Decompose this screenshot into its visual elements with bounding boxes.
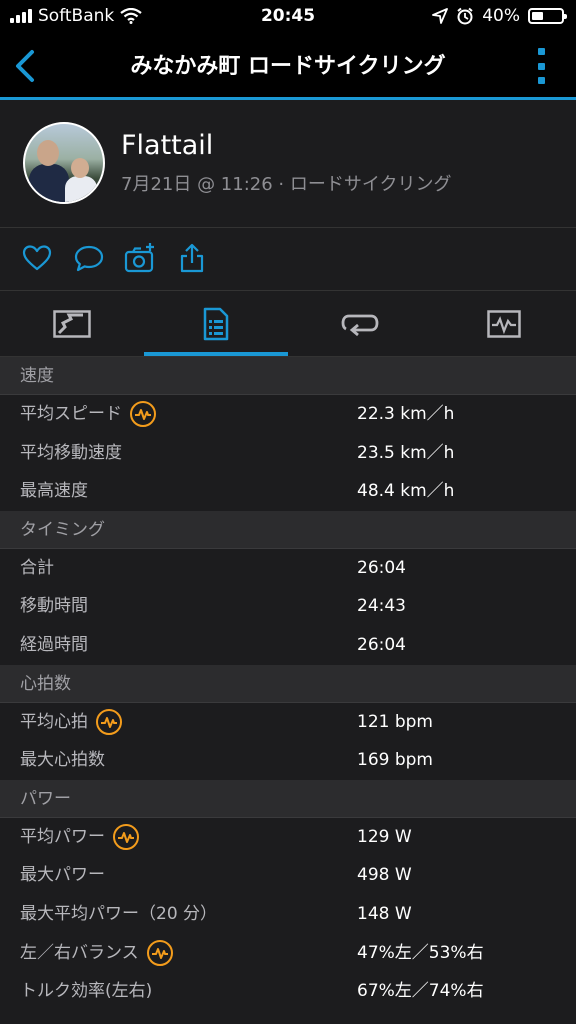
performance-badge-icon[interactable] [113,824,139,851]
stat-value: 498 W [357,865,412,886]
stat-label-text: 最高速度 [20,481,88,502]
stat-label-text: 経過時間 [20,634,88,655]
stat-row: 合計 26:04 [0,549,576,588]
stat-row: 平均スピード 22.3 km／h [0,395,576,434]
stat-row: 移動時間 24:43 [0,587,576,626]
stat-value: 48.4 km／h [357,481,455,502]
stat-row: 経過時間 26:04 [0,626,576,665]
section-header: タイミング [0,510,576,549]
share-icon[interactable] [176,242,208,274]
stat-label: 最大パワー [20,856,105,895]
user-name[interactable]: Flattail [121,130,213,161]
stat-label-text: 最大パワー [20,865,105,886]
stat-row: 平均心拍 121 bpm [0,703,576,742]
back-chevron-icon[interactable] [10,48,40,84]
stat-value: 26:04 [357,557,406,578]
stat-row: 最大パワー 498 W [0,856,576,895]
tab-laps[interactable] [288,291,432,356]
stat-label-text: トルク効率(左右) [20,981,153,1002]
stat-value: 24:43 [357,596,406,617]
stat-value: 22.3 km／h [357,404,455,424]
stat-label: 平均心拍 [20,703,122,742]
stat-label-text: 移動時間 [20,596,88,617]
stat-label: 最大心拍数 [20,741,105,780]
stat-value: 26:04 [357,634,406,655]
camera-add-icon[interactable] [124,242,156,274]
stat-label: 移動時間 [20,587,88,626]
alarm-icon [457,7,473,25]
stat-label: 最大平均パワー（20 分） [20,895,217,934]
location-icon [432,8,449,24]
stat-value: 47%左／53%右 [357,942,484,963]
performance-badge-icon[interactable] [130,401,156,428]
comment-icon[interactable] [73,242,105,274]
stats-list-icon [203,307,229,340]
stat-value: 121 bpm [357,711,433,732]
stat-value: 148 W [357,903,412,924]
avatar[interactable] [23,122,105,204]
heart-icon[interactable] [21,242,53,274]
activity-subtitle: 7月21日 @ 11:26 · ロードサイクリング [121,174,452,195]
nav-bar: みなかみ町 ロードサイクリング [0,34,576,100]
stat-label-text: 最大心拍数 [20,750,105,771]
stat-label-text: 平均スピード [20,404,122,424]
stats-list: 速度平均スピード 22.3 km／h 平均移動速度 23.5 km／h 最高速度 48.4… [0,357,576,1011]
stat-label-text: 平均移動速度 [20,442,122,463]
stat-label: 合計 [20,549,54,588]
stat-label-text: 平均心拍 [20,711,88,732]
stat-value: 169 bpm [357,750,433,771]
stat-label: 左／右バランス [20,934,173,973]
stat-label: 平均パワー [20,818,139,857]
status-right: 40% [432,6,567,26]
stat-label-text: 最大平均パワー（20 分） [20,903,218,924]
battery-icon [528,8,567,24]
section-header: 速度 [0,357,576,395]
stat-label-text: 平均パワー [20,826,105,847]
map-icon [53,309,91,338]
page-title: みなかみ町 ロードサイクリング [130,54,446,79]
stat-label-text: 左／右バランス [20,942,139,963]
stat-label: トルク効率(左右) [20,972,152,1011]
stat-row: 最大心拍数 169 bpm [0,741,576,780]
more-menu-icon[interactable] [536,48,546,84]
stat-label: 平均移動速度 [20,434,122,473]
stat-row: 平均移動速度 23.5 km／h [0,434,576,473]
section-header: パワー [0,779,576,818]
laps-icon [341,314,379,336]
performance-badge-icon[interactable] [96,708,122,735]
stat-label: 平均スピード [20,395,156,434]
performance-badge-icon[interactable] [146,939,173,966]
status-bar: SoftBank 20:45 40% [0,0,576,34]
battery-percent: 40% [482,6,520,26]
stat-value: 67%左／74%右 [357,981,484,1002]
tab-stats[interactable] [144,291,288,356]
stat-row: 平均パワー 129 W [0,818,576,857]
stat-label: 最高速度 [20,472,88,511]
action-bar [0,228,576,291]
tab-map[interactable] [0,291,144,356]
stat-label: 経過時間 [20,626,88,665]
chart-icon [487,309,521,338]
stat-label-text: 合計 [20,557,54,578]
stat-row: 左／右バランス 47%左／53%右 [0,934,576,973]
section-header: 心拍数 [0,664,576,703]
tab-bar [0,291,576,357]
activity-header: Flattail 7月21日 @ 11:26 · ロードサイクリング [0,100,576,228]
stat-value: 23.5 km／h [357,442,455,463]
stat-row: 最高速度 48.4 km／h [0,472,576,511]
stat-value: 129 W [357,826,412,847]
tab-chart[interactable] [432,291,576,356]
stat-row: トルク効率(左右) 67%左／74%右 [0,972,576,1011]
stat-row: 最大平均パワー（20 分） 148 W [0,895,576,934]
active-tab-indicator [144,352,288,356]
